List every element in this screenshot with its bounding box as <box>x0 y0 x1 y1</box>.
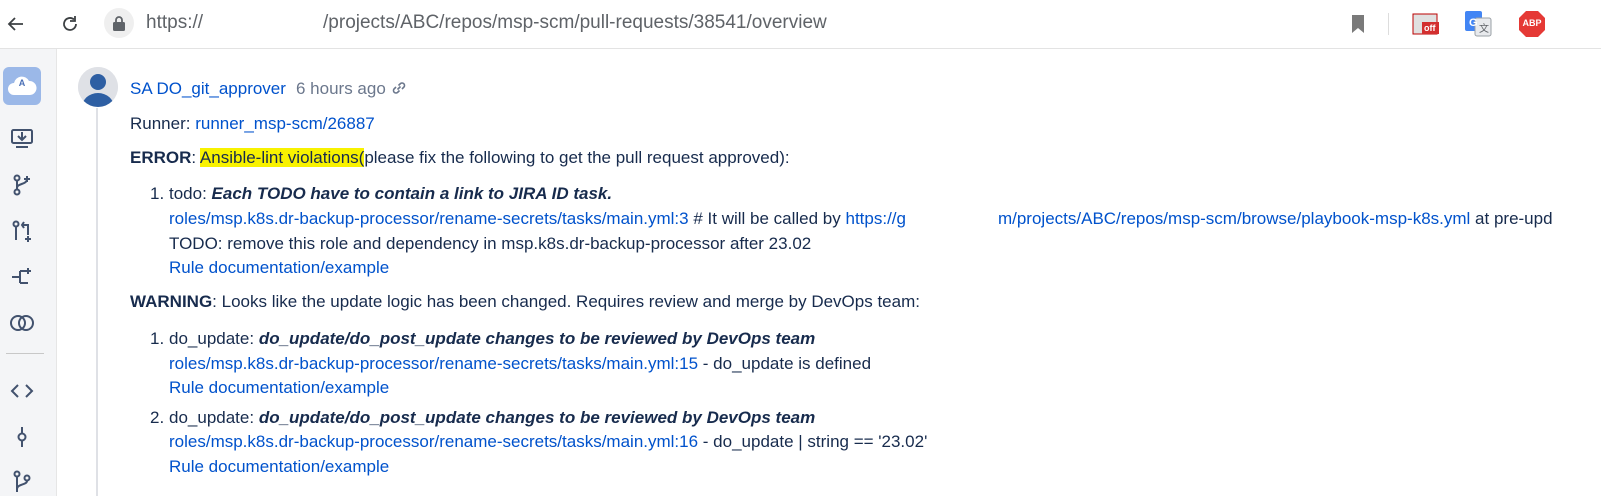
permalink-icon[interactable] <box>390 79 408 97</box>
warning-item-rule-link[interactable]: Rule documentation/example <box>169 378 389 398</box>
warning-item-desc: - do_update | string == '23.02' <box>698 432 928 451</box>
error-item-tail: at pre-upd <box>1470 209 1553 228</box>
error-message: please fix the following to get the pull… <box>364 148 790 167</box>
svg-text:文: 文 <box>1479 22 1489 35</box>
error-separator: : <box>191 148 200 167</box>
sidebar-divider <box>6 353 44 354</box>
warning-label: WARNING <box>130 292 213 311</box>
comment-author[interactable]: SA DO_git_approver <box>130 79 286 99</box>
compare-icon[interactable] <box>8 309 36 337</box>
runner-link[interactable]: runner_msp-scm/26887 <box>195 114 375 133</box>
warning-item-desc: - do_update is defined <box>698 354 872 373</box>
source-code-icon[interactable] <box>8 377 36 405</box>
project-avatar-letter: A <box>18 78 26 88</box>
address-bar[interactable]: https:// /projects/ABC/repos/msp-scm/pull… <box>104 6 1384 40</box>
error-item-url-end: m/projects/ABC/repos/msp-scm/browse/play… <box>997 209 1471 228</box>
error-item-number: 1. <box>150 184 165 203</box>
warning-item-number: 1. <box>150 329 165 348</box>
warning-item-tag: do_update: <box>169 408 259 427</box>
runner-line: Runner: runner_msp-scm/26887 <box>130 114 375 134</box>
warning-item-path-line: roles/msp.k8s.dr-backup-processor/rename… <box>169 432 927 452</box>
adblock-extension-label: ABP <box>1522 18 1542 28</box>
off-extension-label: off <box>1424 23 1436 33</box>
warning-item-number: 2. <box>150 408 165 427</box>
warning-line: WARNING: Looks like the update logic has… <box>130 292 920 312</box>
error-item-path-link[interactable]: roles/msp.k8s.dr-backup-processor/rename… <box>169 209 689 228</box>
warning-item-path-link[interactable]: roles/msp.k8s.dr-backup-processor/rename… <box>169 354 698 373</box>
error-item-path-line: roles/msp.k8s.dr-backup-processor/rename… <box>169 209 1553 229</box>
runner-label: Runner: <box>130 114 196 133</box>
create-fork-icon[interactable] <box>8 263 36 291</box>
url-path: /projects/ABC/repos/msp-scm/pull-request… <box>323 12 827 33</box>
url-prefix: https:// <box>146 12 204 33</box>
avatar[interactable] <box>78 67 118 107</box>
project-avatar[interactable]: A <box>3 67 41 105</box>
error-item-todo-line: TODO: remove this role and dependency in… <box>169 234 812 253</box>
error-label: ERROR <box>130 148 192 167</box>
error-item-desc: # It will be called by <box>688 209 846 228</box>
repo-sidebar: A <box>0 49 57 496</box>
browser-toolbar: https:// /projects/ABC/repos/msp-scm/pull… <box>0 0 1601 49</box>
commits-icon[interactable] <box>8 423 36 451</box>
comment-thread-line <box>96 108 98 496</box>
error-item-title-line: todo: Each TODO have to contain a link t… <box>169 184 612 204</box>
back-arrow-icon[interactable] <box>4 12 28 36</box>
create-branch-icon[interactable] <box>8 171 36 199</box>
warning-item-title: do_update/do_post_update changes to be r… <box>258 408 816 427</box>
translate-extension-icon[interactable]: G文 <box>1464 10 1492 38</box>
warning-message: : Looks like the update logic has been c… <box>212 292 920 311</box>
create-pull-request-icon[interactable] <box>8 217 36 245</box>
error-item-url-link[interactable]: https://g m/projects/ABC/repos/msp-scm/br… <box>845 209 1470 228</box>
warning-item-path-line: roles/msp.k8s.dr-backup-processor/rename… <box>169 354 871 374</box>
lock-icon[interactable] <box>104 8 134 38</box>
reload-icon[interactable] <box>58 12 82 36</box>
clone-icon[interactable] <box>8 125 36 153</box>
comment-timestamp[interactable]: 6 hours ago <box>296 79 386 99</box>
off-extension-icon[interactable]: off <box>1412 11 1440 37</box>
warning-item-title: do_update/do_post_update changes to be r… <box>258 329 816 348</box>
adblock-extension-icon[interactable]: ABP <box>1518 10 1546 38</box>
svg-text:G: G <box>1469 17 1478 29</box>
error-item-url-start: https://g <box>845 209 906 228</box>
warning-item-rule-link[interactable]: Rule documentation/example <box>169 457 389 477</box>
warning-item-title-line: do_update: do_update/do_post_update chan… <box>169 329 815 349</box>
error-item-title: Each TODO have to contain a link to JIRA… <box>211 184 613 203</box>
error-item-rule-link[interactable]: Rule documentation/example <box>169 258 389 278</box>
error-item-tag: todo: <box>169 184 212 203</box>
warning-item-path-link[interactable]: roles/msp.k8s.dr-backup-processor/rename… <box>169 432 698 451</box>
error-line: ERROR: Ansible-lint violations(please fi… <box>130 148 790 168</box>
warning-item-title-line: do_update: do_update/do_post_update chan… <box>169 408 815 428</box>
url-text: https:// /projects/ABC/repos/msp-scm/pull… <box>146 12 827 34</box>
warning-item-tag: do_update: <box>169 329 259 348</box>
error-highlight: Ansible-lint violations( <box>199 148 365 167</box>
branches-icon[interactable] <box>8 467 36 495</box>
bookmark-icon[interactable] <box>1346 12 1370 36</box>
toolbar-divider <box>1388 13 1389 35</box>
